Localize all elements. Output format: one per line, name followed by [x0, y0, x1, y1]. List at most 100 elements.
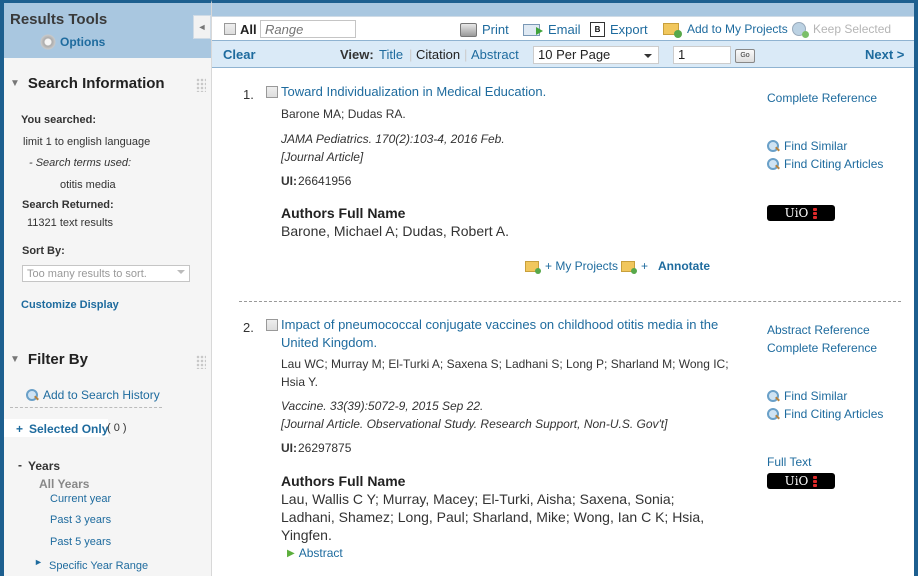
select-all-label: All	[240, 22, 257, 37]
keep-selected-icon	[792, 22, 809, 38]
result-title-link[interactable]: Toward Individualization in Medical Educ…	[281, 83, 546, 101]
per-page-value: 10 Per Page	[538, 47, 611, 62]
result-title-link[interactable]: Impact of pneumococcal conjugate vaccine…	[281, 316, 718, 334]
magnifier-icon	[767, 407, 780, 421]
filter-by-title: Filter By	[27, 351, 88, 368]
view-toolbar: Clear View: Title | Citation | Abstract …	[212, 40, 914, 68]
customize-display-link[interactable]: Customize Display	[21, 299, 119, 311]
add-to-search-history-link[interactable]: Add to Search History	[26, 388, 160, 402]
actions-toolbar: All Print Email B Export Add to My Proje…	[212, 16, 914, 40]
go-button[interactable]: Go	[735, 49, 755, 63]
annotate-icon	[621, 260, 637, 274]
result-checkbox[interactable]	[266, 319, 278, 331]
magnifier-icon	[767, 139, 780, 153]
email-label: Email	[548, 22, 581, 37]
full-text-link[interactable]: Full Text	[767, 455, 811, 469]
add-to-search-history-label: Add to Search History	[43, 388, 160, 402]
email-button[interactable]: Email	[523, 22, 581, 37]
collapse-triangle-icon: ▼	[10, 354, 20, 365]
search-returned-value: 11321 text results	[27, 217, 114, 229]
filter-by-header[interactable]: ▼ Filter By	[10, 351, 88, 368]
per-page-select[interactable]: 10 Per Page	[533, 46, 659, 64]
result-ui-label: UI:	[281, 441, 297, 455]
result-source: Vaccine. 33(39):5072-9, 2015 Sep 22.	[281, 399, 484, 413]
result-pub-type: [Journal Article]	[281, 150, 364, 164]
search-information-title: Search Information	[27, 75, 165, 92]
search-terms-label: - Search terms used:	[29, 157, 132, 169]
authors-full-name-label: Authors Full Name	[281, 473, 406, 489]
view-citation-link[interactable]: Citation	[416, 47, 460, 62]
search-terms-value: otitis media	[60, 179, 116, 191]
selected-only-toggle[interactable]: +	[16, 422, 23, 436]
uio-link-resolver-button[interactable]: UiO	[767, 473, 835, 489]
export-icon: B	[590, 22, 605, 37]
view-title-link[interactable]: Title	[379, 47, 403, 62]
year-option-past-5[interactable]: Past 5 years	[50, 536, 111, 548]
view-abstract-link[interactable]: Abstract	[471, 47, 519, 62]
top-strip	[212, 3, 914, 16]
result-number: 2.	[243, 320, 254, 335]
year-option-all[interactable]: All Years	[39, 477, 89, 491]
year-option-past-3[interactable]: Past 3 years	[50, 514, 111, 526]
find-similar-label: Find Similar	[784, 389, 848, 403]
selected-only-count: ( 0 )	[107, 422, 127, 434]
specific-year-range-link[interactable]: Specific Year Range	[49, 560, 148, 572]
authors-full-name-value: Barone, Michael A; Dudas, Robert A.	[281, 223, 510, 239]
complete-reference-link[interactable]: Complete Reference	[767, 91, 877, 105]
complete-reference-link[interactable]: Complete Reference	[767, 341, 877, 355]
options-label: Options	[60, 35, 106, 49]
authors-full-name-value: Lau, Wallis C Y; Murray, Macey; El-Turki…	[281, 491, 675, 507]
results-tools-header: Results Tools Options	[4, 3, 211, 58]
next-page-link[interactable]: Next >	[865, 47, 904, 62]
year-option-current[interactable]: Current year	[50, 493, 111, 505]
search-information-header[interactable]: ▼ Search Information	[10, 75, 165, 92]
export-label: Export	[610, 22, 648, 37]
uio-logo-icon	[813, 207, 818, 219]
find-similar-label: Find Similar	[784, 139, 848, 153]
annotate-link[interactable]: + Annotate	[621, 259, 711, 274]
result-authors: Lau WC; Murray M; El-Turki A; Saxena S; …	[281, 357, 729, 371]
you-searched-label: You searched:	[21, 114, 96, 126]
abstract-reference-link[interactable]: Abstract Reference	[767, 323, 870, 337]
uio-link-resolver-button[interactable]: UiO	[767, 205, 835, 221]
magnifier-icon	[767, 389, 780, 403]
chevron-down-icon	[177, 270, 185, 274]
drag-handle-icon[interactable]	[196, 78, 206, 92]
find-citing-articles-link[interactable]: Find Citing Articles	[767, 157, 883, 171]
abstract-toggle-label: Abstract	[298, 546, 343, 560]
divider	[10, 407, 162, 408]
abstract-toggle[interactable]: ▶ Abstract	[287, 546, 343, 560]
range-input[interactable]	[260, 20, 356, 38]
result-title-link[interactable]: United Kingdom.	[281, 334, 377, 352]
results-panel: ◄ All Print Email B Export Add to My Pro…	[193, 0, 918, 576]
uio-label: UiO	[784, 474, 809, 488]
result-authors: Barone MA; Dudas RA.	[281, 107, 406, 121]
search-returned-label: Search Returned:	[22, 199, 114, 211]
selected-only-link[interactable]: Selected Only	[29, 422, 108, 436]
authors-full-name-value: Ladhani, Shamez; Long, Paul; Sharland, M…	[281, 509, 705, 525]
result-ui-label: UI:	[281, 174, 297, 188]
collapse-sidebar-button[interactable]: ◄	[193, 15, 211, 39]
drag-handle-icon[interactable]	[196, 355, 206, 369]
print-button[interactable]: Print	[460, 22, 509, 37]
add-to-my-projects-link[interactable]: + My Projects	[525, 259, 618, 274]
select-all-checkbox[interactable]	[224, 23, 236, 35]
add-to-my-projects-button[interactable]: Add to My Projects	[663, 22, 788, 38]
sort-by-select[interactable]: Too many results to sort.	[22, 265, 190, 282]
result-pub-type: [Journal Article. Observational Study. R…	[281, 417, 668, 431]
annotate-label: Annotate	[658, 259, 711, 273]
options-button[interactable]: Options	[40, 34, 105, 50]
find-similar-link[interactable]: Find Similar	[767, 139, 847, 153]
expand-triangle-icon[interactable]: ►	[34, 557, 43, 567]
export-button[interactable]: B Export	[590, 22, 648, 37]
result-ui-value: 26641956	[298, 174, 352, 188]
page-number-value: 1	[678, 47, 686, 62]
authors-full-name-value: Yingfen.	[281, 527, 332, 543]
result-checkbox[interactable]	[266, 86, 278, 98]
find-similar-link[interactable]: Find Similar	[767, 389, 847, 403]
page-number-input[interactable]: 1	[673, 46, 731, 64]
keep-selected-button[interactable]: Keep Selected	[792, 22, 891, 38]
find-citing-articles-link[interactable]: Find Citing Articles	[767, 407, 883, 421]
clear-link[interactable]: Clear	[223, 47, 256, 62]
years-collapse-toggle[interactable]: -	[18, 458, 22, 472]
